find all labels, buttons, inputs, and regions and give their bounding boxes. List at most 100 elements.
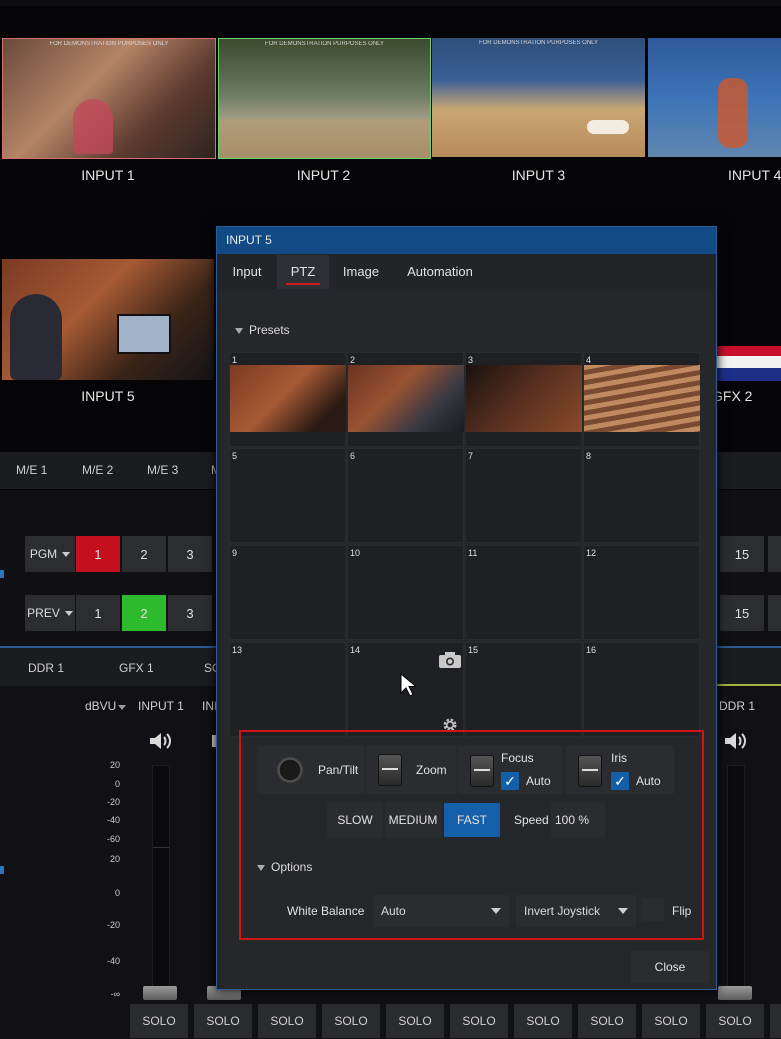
input-1-label: INPUT 1 bbox=[81, 167, 135, 183]
solo-button[interactable]: SOLO bbox=[194, 1004, 252, 1038]
db-scale-tick: 0 bbox=[114, 888, 120, 898]
focus-auto-checkbox[interactable]: ✓ bbox=[501, 772, 519, 790]
preset-slot-5[interactable]: 5 bbox=[229, 448, 346, 543]
preset-slot-10[interactable]: 10 bbox=[347, 545, 464, 640]
close-button[interactable]: Close bbox=[631, 951, 709, 983]
speed-value-field[interactable]: 100 % bbox=[551, 803, 605, 837]
preset-slot-13[interactable]: 13 bbox=[229, 642, 346, 737]
speed-fast-button[interactable]: FAST bbox=[444, 803, 500, 837]
tab-gfx-1[interactable]: GFX 1 bbox=[119, 661, 154, 675]
speed-slow-button[interactable]: SLOW bbox=[327, 803, 383, 837]
invert-joystick-dropdown[interactable]: Invert Joystick bbox=[516, 895, 636, 927]
preset-slot-4[interactable]: 4 bbox=[583, 352, 700, 447]
input-4-preview[interactable] bbox=[648, 38, 781, 157]
input-2-preview[interactable]: FOR DEMONSTRATION PURPOSES ONLY bbox=[218, 38, 431, 159]
pgm-button-1[interactable]: 1 bbox=[76, 536, 120, 572]
solo-button[interactable]: SOLO bbox=[642, 1004, 700, 1038]
preset-thumbnail bbox=[466, 365, 582, 432]
presets-header[interactable]: Presets bbox=[235, 323, 290, 337]
focus-slider-icon[interactable] bbox=[470, 755, 494, 787]
speaker-icon[interactable] bbox=[723, 731, 747, 756]
input-3-preview[interactable]: FOR DEMONSTRATION PURPOSES ONLY bbox=[432, 38, 645, 157]
solo-button[interactable]: SOLO bbox=[578, 1004, 636, 1038]
preset-number: 14 bbox=[350, 645, 361, 655]
pgm-button-15[interactable]: 15 bbox=[720, 536, 764, 572]
preset-slot-11[interactable]: 11 bbox=[465, 545, 582, 640]
iris-auto-checkbox[interactable]: ✓ bbox=[611, 772, 629, 790]
input-1-preview[interactable]: FOR DEMONSTRATION PURPOSES ONLY bbox=[2, 38, 216, 159]
flip-checkbox[interactable] bbox=[642, 899, 664, 921]
preset-slot-12[interactable]: 12 bbox=[583, 545, 700, 640]
prev-button-2[interactable]: 2 bbox=[122, 595, 166, 631]
pgm-label: PGM bbox=[29, 547, 58, 561]
tab-input[interactable]: Input bbox=[219, 255, 275, 289]
db-scale-tick: -40 bbox=[106, 815, 120, 825]
speaker-icon[interactable] bbox=[148, 731, 172, 756]
speed-medium-button[interactable]: MEDIUM bbox=[385, 803, 441, 837]
left-edge-marker bbox=[0, 570, 4, 578]
options-header[interactable]: Options bbox=[257, 860, 312, 874]
demo-overlay-text: FOR DEMONSTRATION PURPOSES ONLY bbox=[49, 41, 169, 47]
tab-me-2[interactable]: M/E 2 bbox=[82, 463, 113, 477]
preset-slot-6[interactable]: 6 bbox=[347, 448, 464, 543]
prev-button-partial[interactable] bbox=[768, 595, 781, 631]
volume-fader[interactable] bbox=[143, 986, 177, 1000]
gfx-2-preview[interactable] bbox=[716, 346, 781, 381]
solo-button[interactable]: SOLO bbox=[130, 1004, 188, 1038]
preset-number: 9 bbox=[232, 548, 238, 558]
preset-number: 16 bbox=[586, 645, 597, 655]
solo-button[interactable]: SOLO bbox=[386, 1004, 444, 1038]
tab-ddr-1[interactable]: DDR 1 bbox=[28, 661, 64, 675]
preset-slot-9[interactable]: 9 bbox=[229, 545, 346, 640]
solo-button[interactable]: SOLO bbox=[450, 1004, 508, 1038]
preset-slot-16[interactable]: 16 bbox=[583, 642, 700, 737]
input-5-preview[interactable] bbox=[2, 259, 214, 380]
tab-image[interactable]: Image bbox=[333, 255, 389, 289]
zoom-control[interactable]: Zoom bbox=[366, 746, 456, 794]
preset-number: 3 bbox=[468, 355, 474, 365]
demo-overlay-text: FOR DEMONSTRATION PURPOSES ONLY bbox=[264, 41, 385, 47]
court-logo bbox=[587, 120, 629, 134]
pan-tilt-control[interactable]: Pan/Tilt bbox=[258, 746, 364, 794]
invert-joystick-label: Invert Joystick bbox=[524, 904, 601, 918]
prev-bus-selector[interactable]: PREV bbox=[25, 595, 75, 631]
solo-button[interactable]: SOLO bbox=[514, 1004, 572, 1038]
volume-fader[interactable] bbox=[718, 986, 752, 1000]
top-separator bbox=[0, 0, 781, 6]
preset-slot-3[interactable]: 3 bbox=[465, 352, 582, 447]
preset-number: 6 bbox=[350, 451, 356, 461]
solo-button-partial[interactable] bbox=[770, 1004, 781, 1038]
person-figure bbox=[10, 294, 62, 380]
preset-slot-15[interactable]: 15 bbox=[465, 642, 582, 737]
monitor-figure bbox=[117, 314, 171, 354]
pgm-button-2[interactable]: 2 bbox=[122, 536, 166, 572]
pgm-button-3[interactable]: 3 bbox=[168, 536, 212, 572]
solo-button[interactable]: SOLO bbox=[322, 1004, 380, 1038]
meter-separator bbox=[153, 847, 169, 848]
options-label: Options bbox=[271, 860, 313, 874]
preset-slot-1[interactable]: 1 bbox=[229, 352, 346, 447]
tab-me-3[interactable]: M/E 3 bbox=[147, 463, 178, 477]
prev-button-15[interactable]: 15 bbox=[720, 595, 764, 631]
dialog-title: INPUT 5 bbox=[217, 227, 716, 254]
db-scale-tick: -40 bbox=[106, 956, 120, 966]
preset-number: 5 bbox=[232, 451, 238, 461]
pgm-bus-selector[interactable]: PGM bbox=[25, 536, 75, 572]
solo-button[interactable]: SOLO bbox=[258, 1004, 316, 1038]
preset-slot-2[interactable]: 2 bbox=[347, 352, 464, 447]
pgm-button-partial[interactable] bbox=[768, 536, 781, 572]
focus-label: Focus bbox=[501, 751, 534, 765]
solo-button[interactable]: SOLO bbox=[706, 1004, 764, 1038]
preset-number: 8 bbox=[586, 451, 592, 461]
prev-button-3[interactable]: 3 bbox=[168, 595, 212, 631]
camera-icon[interactable] bbox=[438, 651, 462, 674]
tab-automation[interactable]: Automation bbox=[395, 255, 485, 289]
prev-button-1[interactable]: 1 bbox=[76, 595, 120, 631]
tab-me-1[interactable]: M/E 1 bbox=[16, 463, 47, 477]
preset-slot-8[interactable]: 8 bbox=[583, 448, 700, 543]
preset-slot-7[interactable]: 7 bbox=[465, 448, 582, 543]
white-balance-dropdown[interactable]: Auto bbox=[373, 895, 509, 927]
dbvu-selector[interactable]: dBVU bbox=[85, 699, 127, 713]
iris-slider-icon[interactable] bbox=[578, 755, 602, 787]
input-3-label: INPUT 3 bbox=[511, 167, 566, 183]
